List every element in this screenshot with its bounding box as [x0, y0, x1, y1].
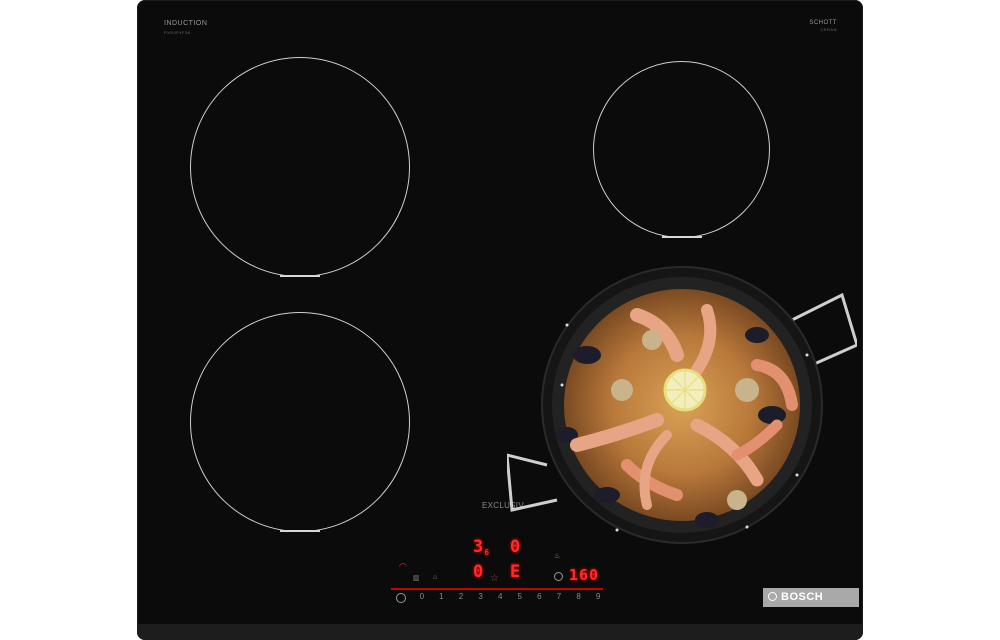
zone-marker [280, 530, 320, 532]
cooktop-frame [137, 624, 863, 640]
favorite-icon[interactable]: ☆ [490, 573, 499, 584]
boost-icon[interactable]: ⌂ [433, 574, 437, 581]
slider-step[interactable]: 2 [451, 592, 471, 601]
schott-text: SCHOTT [809, 20, 837, 26]
bosch-logo-text: BOSCH [781, 591, 824, 603]
display-timer: 160 [569, 566, 600, 584]
slider-indicator [391, 588, 603, 590]
ceran-text: CERAN [820, 27, 837, 32]
power-slider[interactable]: 0 1 2 3 4 5 6 7 8 9 [412, 592, 608, 601]
paella-pan-image [505, 265, 859, 555]
wifi-icon[interactable]: ◠ [399, 561, 407, 572]
induction-cooktop: INDUCTION PXE0F4F38 SCHOTT CERAN EXCLUSI… [137, 0, 863, 640]
level-digit: 3 [473, 537, 485, 557]
slider-step[interactable]: 6 [530, 592, 550, 601]
zone-front-left[interactable] [190, 312, 410, 532]
slider-step[interactable]: 8 [569, 592, 589, 601]
power-icon[interactable] [396, 593, 406, 603]
slider-step[interactable]: 4 [490, 592, 510, 601]
zone-rear-left[interactable] [190, 57, 410, 277]
zone-marker [661, 236, 702, 238]
timer-icon[interactable] [554, 572, 563, 581]
ceran-label: SCHOTT CERAN [809, 20, 837, 32]
display-rear-right-level: 0 [510, 537, 522, 557]
slider-step[interactable]: 3 [471, 592, 491, 601]
display-front-left-level: 36 [473, 537, 490, 557]
slider-step[interactable]: 0 [412, 592, 432, 601]
bosch-logo: BOSCH [763, 588, 859, 607]
induction-label: INDUCTION PXE0F4F38 [164, 20, 207, 35]
display-error-code: E [510, 562, 522, 582]
slider-step[interactable]: 1 [432, 592, 452, 601]
slider-step[interactable]: 7 [549, 592, 569, 601]
induction-text: INDUCTION [164, 20, 208, 27]
pan-icon[interactable]: ♨ [554, 552, 560, 560]
slider-step[interactable]: 9 [588, 592, 608, 601]
combi-zone-icon[interactable]: ▥ [413, 574, 420, 582]
bosch-logo-icon [768, 592, 777, 601]
slider-step[interactable]: 5 [510, 592, 530, 601]
zone-marker [280, 275, 320, 277]
display-rear-left-level: 0 [473, 562, 485, 582]
model-text: PXE0F4F38 [164, 30, 191, 35]
level-subdigit: 6 [484, 548, 491, 557]
zone-rear-right[interactable] [593, 61, 770, 238]
